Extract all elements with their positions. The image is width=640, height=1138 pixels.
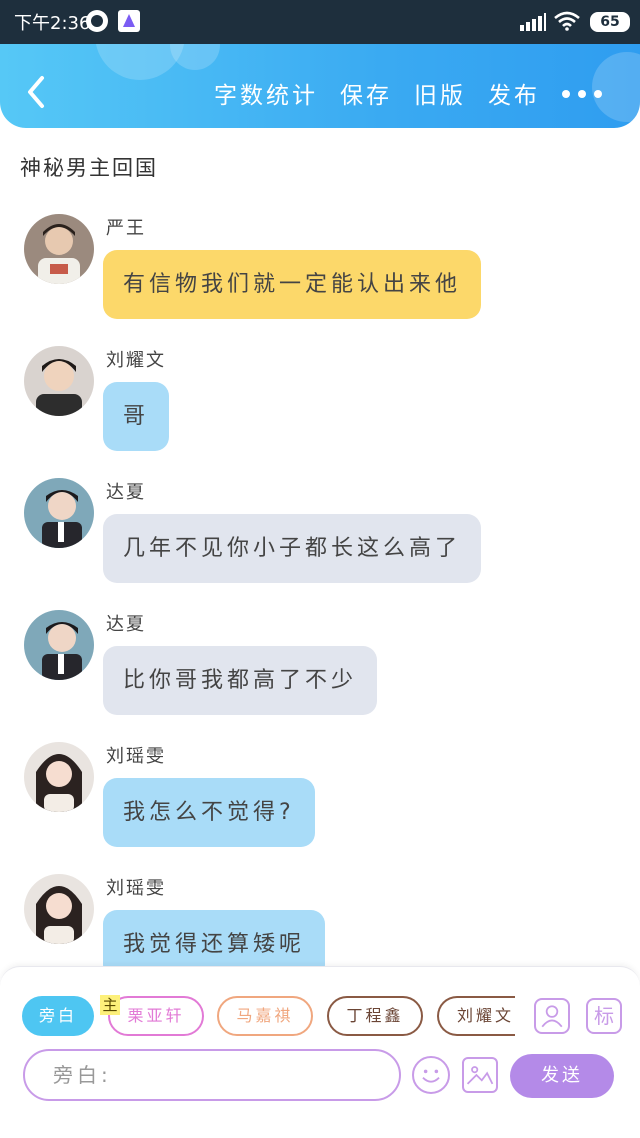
main-character-badge: 主 <box>100 995 120 1015</box>
avatar[interactable] <box>24 874 94 944</box>
status-bar: 下午2:36 65 <box>0 0 640 44</box>
message-input[interactable] <box>23 1049 401 1101</box>
header-decoration <box>592 52 640 122</box>
image-icon[interactable] <box>462 1057 498 1093</box>
emoji-icon[interactable] <box>412 1056 450 1094</box>
character-chip[interactable]: 刘耀文 <box>437 996 515 1036</box>
avatar[interactable] <box>24 478 94 548</box>
sender-name: 达夏 <box>106 482 146 503</box>
avatar[interactable] <box>24 214 94 284</box>
tag-button[interactable]: 标 <box>586 998 622 1034</box>
status-time: 下午2:36 <box>14 13 91 34</box>
story-title: 神秘男主回国 <box>20 156 158 180</box>
message-bubble[interactable]: 比你哥我都高了不少 <box>103 646 378 715</box>
character-chip-narrator[interactable]: 旁白 <box>22 996 94 1036</box>
publish-button[interactable]: 发布 <box>488 76 540 110</box>
save-button[interactable]: 保存 <box>340 76 392 110</box>
app-notification-icon <box>118 10 140 32</box>
character-manage-icon[interactable] <box>534 998 570 1034</box>
message-bubble[interactable]: 几年不见你小子都长这么高了 <box>103 514 482 583</box>
send-button[interactable]: 发送 <box>510 1054 614 1098</box>
message-bubble[interactable]: 我怎么不觉得? <box>103 778 315 847</box>
avatar[interactable] <box>24 610 94 680</box>
sender-name: 刘瑶雯 <box>106 878 166 899</box>
sender-name: 刘耀文 <box>106 350 166 371</box>
avatar[interactable] <box>24 346 94 416</box>
character-chip[interactable]: 马嘉祺 <box>217 996 313 1036</box>
character-chip[interactable]: 丁程鑫 <box>327 996 423 1036</box>
header-actions: 字数统计 保存 旧版 发布 <box>214 76 540 110</box>
sender-name: 严王 <box>106 218 146 239</box>
message-bubble[interactable]: 有信物我们就一定能认出来他 <box>103 250 482 319</box>
signal-icon <box>520 13 546 31</box>
word-count-button[interactable]: 字数统计 <box>214 76 318 110</box>
message-bubble[interactable]: 哥 <box>103 382 170 451</box>
character-chip[interactable]: 栗亚轩 <box>108 996 204 1036</box>
back-arrow-icon[interactable] <box>22 74 50 110</box>
sender-name: 刘瑶雯 <box>106 746 166 767</box>
avatar[interactable] <box>24 742 94 812</box>
wifi-icon <box>554 11 580 31</box>
sender-name: 达夏 <box>106 614 146 635</box>
more-options-icon[interactable] <box>562 90 602 100</box>
battery-indicator: 65 <box>590 12 630 32</box>
app-notification-icon <box>86 10 108 32</box>
old-version-button[interactable]: 旧版 <box>414 76 466 110</box>
